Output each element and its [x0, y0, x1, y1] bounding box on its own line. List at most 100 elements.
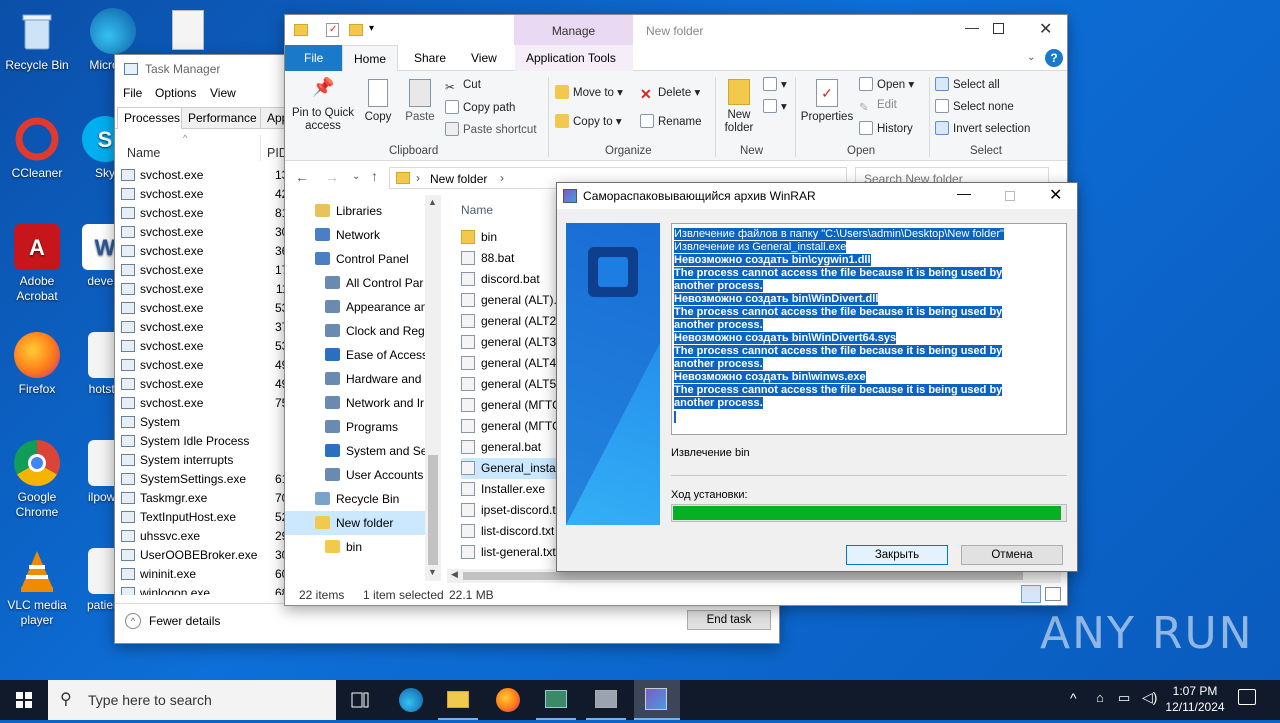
fewer-details-link[interactable]: Fewer details: [149, 614, 220, 628]
file-row[interactable]: general (ALT2): [461, 311, 557, 332]
file-row[interactable]: Installer.exe: [461, 479, 557, 500]
process-row[interactable]: svchost.exe134: [115, 165, 295, 184]
desktop-icon-vlc[interactable]: VLC media player: [0, 548, 74, 628]
volume-icon[interactable]: ◁): [1142, 689, 1157, 706]
process-row[interactable]: svchost.exe376: [115, 317, 295, 336]
network-status-icon[interactable]: ▭: [1118, 690, 1130, 706]
file-row[interactable]: general (ALT3): [461, 332, 557, 353]
process-row[interactable]: svchost.exe538: [115, 336, 295, 355]
taskbar-winrar-button[interactable]: [634, 680, 680, 720]
process-row[interactable]: System interrupts-: [115, 450, 295, 469]
file-row[interactable]: general (ALT5): [461, 374, 557, 395]
network-icon[interactable]: ⌂: [1096, 690, 1104, 705]
taskbar-edge-button[interactable]: [390, 680, 430, 720]
col-header-name[interactable]: ^ Name: [115, 133, 261, 161]
desktop-icon-recycle-bin[interactable]: Recycle Bin: [0, 8, 74, 73]
nav-item[interactable]: Libraries: [315, 199, 425, 223]
expand-ribbon-icon[interactable]: ⌄: [1027, 52, 1035, 63]
notifications-icon[interactable]: [1238, 689, 1256, 705]
up-arrow-icon[interactable]: ↑: [371, 168, 378, 184]
show-hidden-icons-icon[interactable]: ^: [1070, 690, 1077, 706]
pin-quick-access-button[interactable]: 📌 Pin to Quick access: [291, 78, 355, 133]
file-row[interactable]: ipset-discord.t: [461, 500, 557, 521]
file-row[interactable]: list-discord.txt: [461, 521, 557, 542]
file-row[interactable]: general (МГТС: [461, 416, 557, 437]
select-none-button[interactable]: Select none: [935, 99, 1014, 113]
process-row[interactable]: svchost.exe420: [115, 184, 295, 203]
new-folder-button[interactable]: New folder: [719, 79, 759, 135]
file-row[interactable]: general (ALT4): [461, 353, 557, 374]
process-row[interactable]: wininit.exe608: [115, 564, 295, 583]
nav-scroll-down-icon[interactable]: ▼: [428, 567, 437, 577]
process-row[interactable]: System4: [115, 412, 295, 431]
file-row[interactable]: discord.bat: [461, 269, 557, 290]
taskbar-search-box[interactable]: ⚲ Type here to search: [48, 680, 336, 720]
properties-button[interactable]: ✓ Properties: [799, 79, 855, 123]
tab-home[interactable]: Home: [342, 45, 399, 72]
paste-shortcut-button[interactable]: Paste shortcut: [445, 122, 537, 136]
process-row[interactable]: svchost.exe757: [115, 393, 295, 412]
winrar-close-button[interactable]: ✕: [1049, 185, 1062, 205]
desktop-icon-chrome[interactable]: Google Chrome: [0, 440, 74, 520]
taskbar-explorer-button[interactable]: [438, 680, 478, 720]
end-task-button[interactable]: End task: [687, 610, 771, 630]
process-row[interactable]: svchost.exe305: [115, 222, 295, 241]
back-arrow-icon[interactable]: ←: [295, 169, 309, 185]
recent-chevron-icon[interactable]: ⌄: [352, 171, 360, 182]
tab-file[interactable]: File: [285, 45, 343, 71]
process-row[interactable]: TextInputHost.exe528: [115, 507, 295, 526]
edit-button[interactable]: ✎ Edit: [859, 99, 897, 114]
new-item-button[interactable]: ▾: [763, 77, 787, 91]
menu-view[interactable]: View: [210, 86, 236, 100]
copy-to-button[interactable]: Copy to ▾: [555, 114, 622, 128]
tab-application-tools[interactable]: Application Tools: [515, 45, 633, 71]
cut-button[interactable]: ✂ Cut: [445, 79, 481, 94]
tab-share[interactable]: Share: [403, 45, 457, 71]
process-row[interactable]: svchost.exe490: [115, 355, 295, 374]
select-all-button[interactable]: Select all: [935, 77, 1000, 91]
process-row[interactable]: svchost.exe362: [115, 241, 295, 260]
process-row[interactable]: svchost.exe176: [115, 260, 295, 279]
file-row[interactable]: general (МГТС: [461, 395, 557, 416]
start-button[interactable]: [0, 680, 48, 720]
fewer-details-icon[interactable]: ^: [125, 613, 141, 629]
process-row[interactable]: svchost.exe498: [115, 374, 295, 393]
taskbar-app-button[interactable]: [586, 680, 626, 720]
process-row[interactable]: System Idle Process0: [115, 431, 295, 450]
hscroll-left-icon[interactable]: ◀: [451, 569, 458, 580]
details-view-icon[interactable]: [1021, 585, 1041, 603]
large-icons-view-icon[interactable]: [1045, 587, 1061, 601]
invert-selection-button[interactable]: Invert selection: [935, 121, 1030, 135]
desktop-icon-firefox[interactable]: Firefox: [0, 332, 74, 397]
process-row[interactable]: Taskmgr.exe701: [115, 488, 295, 507]
extraction-log[interactable]: Извлечение файлов в папку "C:\Users\admi…: [671, 223, 1067, 435]
close-dialog-button[interactable]: Закрыть: [846, 545, 948, 565]
easy-access-button[interactable]: ▾: [763, 99, 787, 113]
properties-quick-icon[interactable]: ✓: [326, 23, 339, 37]
file-row[interactable]: 88.bat: [461, 248, 557, 269]
file-col-name-header[interactable]: Name: [461, 203, 493, 217]
clock[interactable]: 1:07 PM 12/11/2024: [1162, 683, 1228, 715]
help-icon[interactable]: ?: [1045, 49, 1063, 67]
desktop-icon-acrobat[interactable]: A Adobe Acrobat: [0, 224, 74, 304]
winrar-minimize-button[interactable]: —: [957, 185, 971, 201]
new-folder-quick-icon[interactable]: [349, 24, 363, 36]
desktop-icon-ccleaner[interactable]: CCleaner: [0, 116, 74, 181]
forward-arrow-icon[interactable]: →: [325, 169, 339, 185]
file-row[interactable]: General_install: [461, 458, 557, 479]
nav-scroll-up-icon[interactable]: ▲: [428, 197, 437, 207]
process-row[interactable]: UserOOBEBroker.exe300: [115, 545, 295, 564]
menu-file[interactable]: File: [123, 86, 142, 100]
process-row[interactable]: svchost.exe535: [115, 298, 295, 317]
process-row[interactable]: svchost.exe812: [115, 203, 295, 222]
desktop-file-icon[interactable]: [172, 10, 204, 50]
process-row[interactable]: SystemSettings.exe610: [115, 469, 295, 488]
copy-path-button[interactable]: Copy path: [445, 100, 515, 114]
tab-view[interactable]: View: [460, 45, 508, 71]
move-to-button[interactable]: Move to ▾: [555, 85, 623, 99]
file-row[interactable]: list-general.txt: [461, 542, 557, 563]
cancel-button[interactable]: Отмена: [961, 545, 1063, 565]
tab-processes[interactable]: Processes: [117, 107, 188, 129]
history-button[interactable]: History: [859, 121, 913, 135]
task-view-button[interactable]: [340, 680, 380, 720]
